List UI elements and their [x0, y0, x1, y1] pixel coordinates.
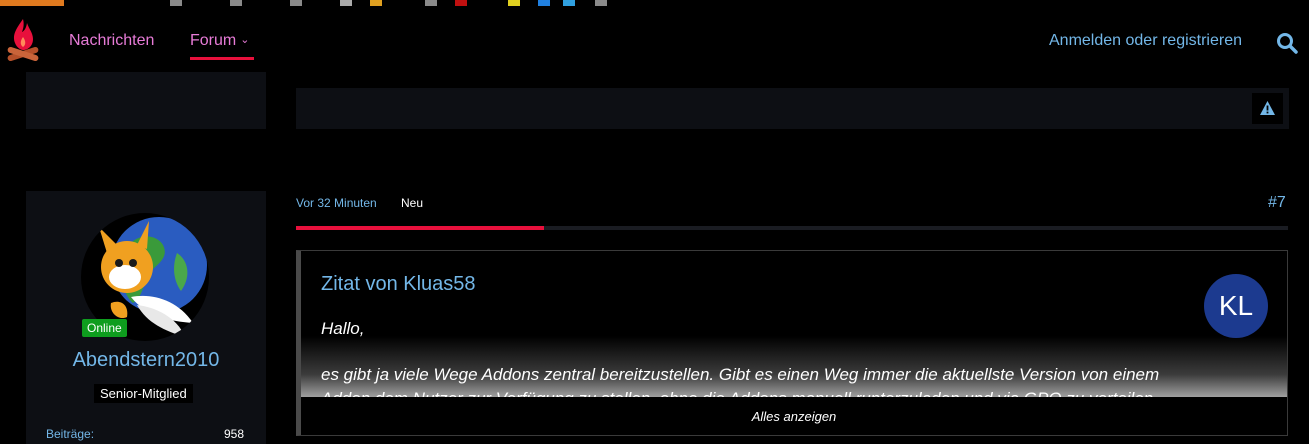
report-button[interactable] [1252, 93, 1283, 124]
toolbar-icon[interactable] [290, 0, 302, 6]
read-progress-track [296, 226, 1288, 230]
quote-author-avatar[interactable]: KL [1204, 274, 1268, 338]
quote-block: Zitat von Kluas58 KL Hallo, es gibt ja v… [296, 250, 1288, 436]
sidebar-panel [26, 72, 266, 129]
show-all-button[interactable]: Alles anzeigen [301, 397, 1287, 435]
search-icon[interactable] [1276, 32, 1298, 54]
toolbar-icon[interactable] [230, 0, 242, 6]
toolbar-icon[interactable] [595, 0, 607, 6]
avatar-initials: KL [1218, 290, 1254, 321]
toolbar-icon[interactable] [425, 0, 437, 6]
post-timestamp[interactable]: Vor 32 Minuten [296, 196, 377, 210]
toolbar-icon[interactable] [538, 0, 550, 6]
campfire-logo-icon[interactable] [6, 17, 40, 65]
post-number-link[interactable]: #7 [1268, 194, 1286, 212]
quote-text-line: es gibt ja viele Wege Addons zentral ber… [321, 365, 1160, 384]
toolbar-icon[interactable] [563, 0, 575, 6]
post-toolbar-panel [296, 88, 1289, 129]
active-nav-indicator [190, 57, 254, 60]
author-rank-badge: Senior-Mitglied [94, 384, 193, 403]
author-username[interactable]: Abendstern2010 [26, 349, 266, 372]
toolbar-icon[interactable] [170, 0, 182, 6]
chevron-down-icon: ⌄ [240, 34, 250, 46]
nav-item-forum[interactable]: Forum ⌄ [190, 32, 249, 50]
login-register-link[interactable]: Anmelden oder registrieren [1049, 32, 1242, 50]
stat-label: Beiträge: [46, 427, 95, 441]
read-progress-fill [296, 226, 544, 230]
new-badge: Neu [401, 196, 424, 210]
browser-toolbar-strip [0, 0, 1309, 6]
stat-value: 958 [224, 427, 245, 441]
online-badge: Online [82, 319, 127, 337]
toolbar-icon[interactable] [340, 0, 352, 6]
warning-icon [1260, 101, 1275, 115]
toolbar-icon[interactable] [508, 0, 520, 6]
toolbar-tag [0, 0, 64, 6]
quote-title[interactable]: Zitat von Kluas58 [321, 273, 476, 296]
toolbar-icon[interactable] [370, 0, 382, 6]
nav-item-nachrichten[interactable]: Nachrichten [69, 32, 154, 50]
toolbar-icon[interactable] [455, 0, 467, 6]
nav-item-label: Forum [190, 32, 237, 49]
